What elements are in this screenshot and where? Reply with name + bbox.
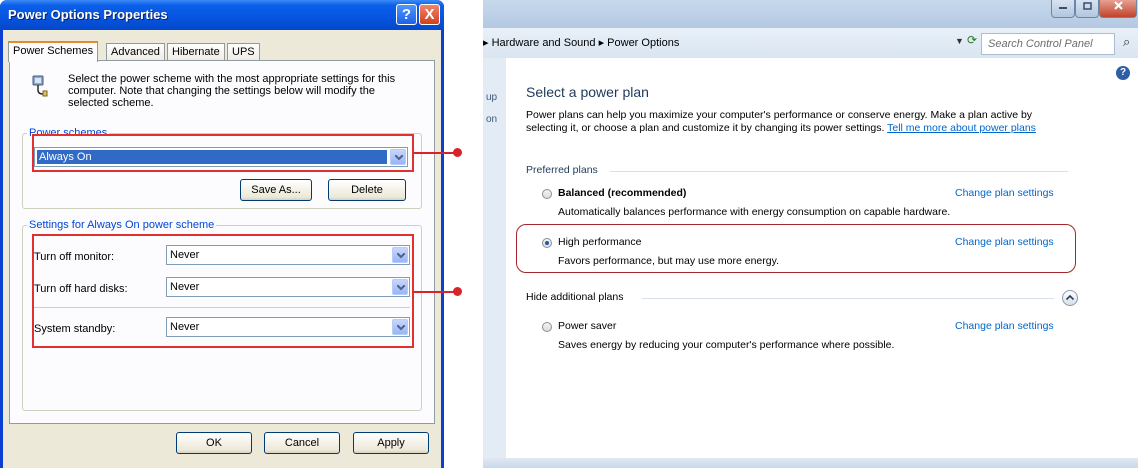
settings-highlight-box [32,234,414,348]
intro-text: Select the power scheme with the most ap… [68,73,396,109]
power-saver-plan-radio[interactable] [542,322,552,332]
chevron-down-icon[interactable]: ▼ [955,36,964,46]
hide-plans-label[interactable]: Hide additional plans [526,291,623,303]
balanced-plan-radio[interactable] [542,189,552,199]
search-placeholder: Search Control Panel [988,38,1093,50]
help-button[interactable]: ? [396,4,417,25]
power-saver-change-settings-link[interactable]: Change plan settings [955,320,1054,332]
minimize-button[interactable] [1051,0,1075,18]
power-plug-icon [30,75,48,97]
power-options-dialog: Power Options Properties ? X Power Schem… [0,0,444,468]
breadcrumb[interactable]: ▸ Hardware and Sound ▸ Power Options [483,36,679,49]
annotation-connector [414,291,456,293]
high-performance-plan-name[interactable]: High performance [558,236,641,248]
maximize-button[interactable] [1075,0,1099,18]
help-icon[interactable]: ? [1116,66,1130,80]
annotation-dot [453,287,462,296]
delete-button[interactable]: Delete [328,179,406,201]
apply-button[interactable]: Apply [353,432,429,454]
power-plan-content: ? Select a power plan Power plans can he… [506,58,1138,458]
ok-button[interactable]: OK [176,432,252,454]
high-performance-plan-radio[interactable] [542,238,552,248]
search-icon[interactable]: ⌕ [1123,34,1130,50]
save-as-button[interactable]: Save As... [240,179,312,201]
nav-snippet[interactable]: up [486,92,497,103]
high-performance-change-settings-link[interactable]: Change plan settings [955,236,1054,248]
collapse-plans-button[interactable] [1062,290,1078,306]
annotation-connector [414,152,456,154]
status-bar [483,458,1138,468]
section-divider [642,298,1054,299]
dialog-titlebar[interactable]: Power Options Properties ? X [0,0,444,30]
settings-legend: Settings for Always On power scheme [27,219,217,231]
tab-hibernate[interactable]: Hibernate [167,43,225,61]
window-frame-top[interactable] [483,0,1138,28]
balanced-change-settings-link[interactable]: Change plan settings [955,187,1054,199]
search-box[interactable]: Search Control Panel [981,33,1115,55]
power-saver-plan-name[interactable]: Power saver [558,320,616,332]
navigation-pane: up on [483,58,506,458]
refresh-icon[interactable]: ⟳ [967,33,979,47]
tab-ups[interactable]: UPS [227,43,260,61]
preferred-plans-label: Preferred plans [526,164,598,176]
cancel-button[interactable]: Cancel [264,432,340,454]
window-close-button[interactable] [1099,0,1137,18]
power-options-control-panel: ▸ Hardware and Sound ▸ Power Options ▼ ⟳… [483,0,1138,468]
tell-me-more-link[interactable]: Tell me more about power plans [887,122,1036,134]
tab-advanced[interactable]: Advanced [106,43,165,61]
dialog-title: Power Options Properties [8,7,168,22]
power-saver-plan-description: Saves energy by reducing your computer's… [558,339,895,351]
tab-power-schemes[interactable]: Power Schemes [8,41,99,62]
high-performance-plan-description: Favors performance, but may use more ene… [558,255,779,267]
scheme-highlight-box [32,134,414,172]
annotation-dot [453,148,462,157]
page-title: Select a power plan [526,84,649,100]
balanced-plan-name[interactable]: Balanced (recommended) [558,187,686,199]
section-divider [610,171,1068,172]
close-button[interactable]: X [419,4,440,25]
balanced-plan-description: Automatically balances performance with … [558,206,951,218]
nav-snippet[interactable]: on [486,114,497,125]
page-description: Power plans can help you maximize your c… [526,109,1066,135]
